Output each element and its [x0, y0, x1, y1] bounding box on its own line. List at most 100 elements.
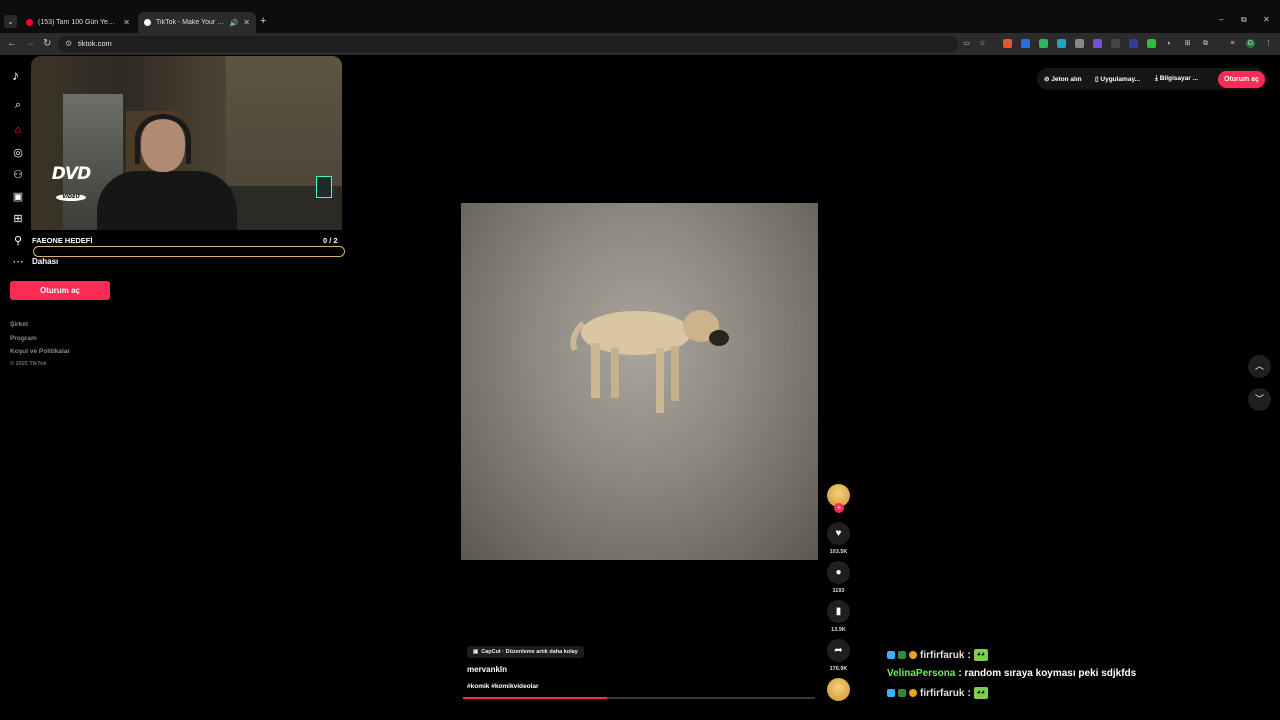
chat-badge-icon: [887, 689, 895, 697]
get-coins-button[interactable]: ⊘ Jeton alın: [1044, 75, 1082, 83]
previous-video-chevron-up-icon[interactable]: ︿: [1248, 355, 1271, 378]
close-tab-icon[interactable]: ✕: [123, 18, 130, 27]
webcam-overlay: [31, 56, 342, 230]
video-hashtags[interactable]: #komik #komikvideolar: [467, 683, 539, 690]
back-arrow-icon[interactable]: ←: [7, 38, 17, 49]
browser-tab-tiktok[interactable]: TikTok - Make Your Day 🔊 ✕: [138, 12, 256, 33]
footer-link-terms[interactable]: Koşul ve Politikalar: [10, 348, 70, 355]
browser-toolbar: ← → ↻ ⚙ tiktok.com: [0, 33, 1280, 55]
video-progress-bar[interactable]: [463, 697, 815, 699]
browser-menu-icon[interactable]: ⋮: [1264, 39, 1273, 48]
dvd-logo: DVD VIDEO: [51, 164, 91, 201]
close-window-button[interactable]: ✕: [1263, 15, 1270, 24]
upload-icon[interactable]: ⊞: [11, 212, 25, 225]
dog-image: [570, 310, 729, 413]
browser-tab-bar: ⌄ (153) Tam 100 Gün Yeni Başlay ✕ TikTok…: [0, 0, 1280, 33]
chat-message: VelinaPersona : random sıraya koyması pe…: [887, 668, 1136, 679]
header-login-button[interactable]: Oturum aç: [1218, 71, 1265, 88]
extension-icon[interactable]: [1093, 39, 1102, 48]
chat-username: firfirfaruk: [920, 649, 965, 661]
reload-icon[interactable]: ↻: [43, 38, 51, 49]
capcut-icon: ▣: [473, 649, 479, 655]
save-count: 13.9K: [831, 627, 846, 633]
tab-search-button[interactable]: ⌄: [4, 15, 17, 28]
chat-text: : random sıraya koyması peki sdjkfds: [958, 668, 1137, 679]
next-video-chevron-down-icon[interactable]: ﹀: [1248, 388, 1271, 411]
forward-arrow-icon[interactable]: →: [25, 38, 35, 49]
bookmark-icon[interactable]: ▮: [827, 600, 850, 623]
site-info-icon[interactable]: ⚙: [65, 39, 72, 48]
chat-badge-icon: [887, 651, 895, 659]
energy-cans: [316, 176, 332, 198]
like-count: 103.5K: [829, 549, 848, 555]
profile-icon[interactable]: ⚲: [11, 234, 25, 247]
cast-icon[interactable]: ▭: [962, 39, 971, 48]
chat-badge-icon: [898, 689, 906, 697]
restore-button[interactable]: ⧉: [1241, 15, 1247, 25]
address-bar[interactable]: ⚙ tiktok.com: [58, 36, 958, 52]
subscriber-goal-bar: [33, 246, 345, 257]
browser-tab-youtube[interactable]: (153) Tam 100 Gün Yeni Başlay ✕: [20, 12, 136, 33]
chat-badge-icon: [909, 689, 917, 697]
following-icon[interactable]: ⚇: [11, 168, 25, 181]
get-app-button[interactable]: ▯ Uygulamay...: [1095, 75, 1140, 83]
explore-compass-icon[interactable]: ◎: [11, 146, 25, 159]
extension-icon[interactable]: [1111, 39, 1120, 48]
extension-icon[interactable]: [1039, 39, 1048, 48]
video-author[interactable]: mervankln: [467, 665, 507, 674]
search-icon[interactable]: ⌕: [11, 99, 25, 112]
desktop-app-button[interactable]: ⤓ Bilgisayar ...: [1155, 75, 1198, 83]
tab-title: TikTok - Make Your Day: [156, 19, 225, 26]
chat-username: firfirfaruk: [920, 687, 965, 699]
like-heart-icon[interactable]: ♥: [827, 522, 850, 545]
extension-icon[interactable]: [1147, 39, 1156, 48]
live-icon[interactable]: ▣: [11, 190, 25, 203]
speaker-icon[interactable]: 🔊: [230, 19, 239, 27]
extension-icon[interactable]: [1003, 39, 1012, 48]
share-arrow-icon[interactable]: ➦: [827, 639, 850, 662]
extension-icon[interactable]: [1129, 39, 1138, 48]
follow-plus-icon[interactable]: +: [834, 503, 844, 513]
url-text: tiktok.com: [78, 39, 112, 48]
home-icon[interactable]: ⌂: [11, 124, 25, 136]
chat-message: firfirfaruk : ◕◕: [887, 687, 988, 699]
chat-message: firfirfaruk : ◕◕: [887, 649, 988, 661]
streamer-body: [97, 171, 237, 230]
comment-count: 1193: [832, 588, 845, 594]
footer-link-program[interactable]: Program: [10, 335, 37, 342]
new-tab-button[interactable]: +: [260, 15, 266, 27]
close-tab-icon[interactable]: ✕: [243, 18, 250, 27]
chat-badge-icon: [909, 651, 917, 659]
chat-badge-icon: [898, 651, 906, 659]
profile-avatar-icon[interactable]: G: [1246, 39, 1255, 48]
comment-icon[interactable]: ●: [827, 561, 850, 584]
progress-fill: [463, 697, 608, 699]
bookmark-star-icon[interactable]: ☆: [978, 39, 987, 48]
sound-disc-avatar[interactable]: [827, 678, 850, 701]
extension-icon[interactable]: [1075, 39, 1084, 48]
extension-icon[interactable]: ⊞: [1183, 39, 1192, 48]
subscriber-goal-label: FAEONE HEDEFİ: [32, 236, 93, 245]
headset-icon: [135, 114, 191, 164]
tiktok-favicon-icon: [144, 19, 151, 26]
extension-icon[interactable]: [1057, 39, 1066, 48]
share-count: 176.9K: [829, 666, 848, 672]
subscriber-goal-count: 0 / 2: [323, 236, 338, 245]
extension-icon[interactable]: [1021, 39, 1030, 48]
tab-groups-icon[interactable]: ≡: [1228, 39, 1237, 48]
youtube-favicon-icon: [26, 19, 33, 26]
chat-username: VelinaPersona: [887, 668, 956, 679]
chat-emote-icon: ◕◕: [973, 687, 988, 699]
minimize-button[interactable]: –: [1219, 15, 1223, 24]
chat-emote-icon: ◕◕: [973, 649, 988, 661]
sidebar-login-button[interactable]: Oturum aç: [10, 281, 110, 300]
extension-icon[interactable]: ◐: [1165, 39, 1174, 48]
footer-link-company[interactable]: Şirket: [10, 321, 28, 328]
tiktok-logo-icon[interactable]: ♪: [12, 67, 19, 83]
more-dots-icon[interactable]: ⋯: [11, 255, 25, 268]
video-player[interactable]: [461, 203, 818, 560]
sidebar-item-more[interactable]: Dahası: [32, 257, 58, 266]
extensions-puzzle-icon[interactable]: ⧉: [1201, 39, 1210, 48]
capcut-badge[interactable]: ▣ CapCut · Düzenleme artık daha kolay: [467, 646, 584, 658]
copyright-text: © 2025 TikTok: [10, 361, 47, 367]
